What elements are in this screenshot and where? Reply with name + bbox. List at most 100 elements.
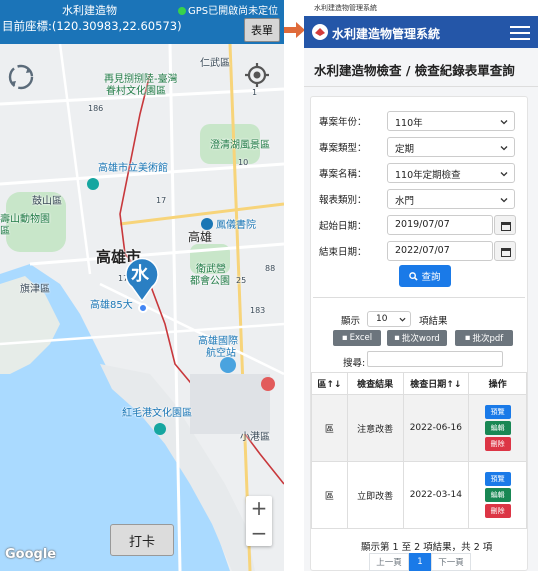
cell-area: 區 <box>311 461 348 529</box>
cell-result: 立即改善 <box>346 461 404 529</box>
chevron-down-icon <box>500 172 508 177</box>
table-row: 區 立即改善 2022-03-14 預覽 編輯 刪除 <box>311 461 527 529</box>
cell-date: 2022-06-16 <box>402 394 470 462</box>
cell-date: 2022-03-14 <box>402 461 470 529</box>
punch-in-button[interactable]: 打卡 <box>110 524 174 556</box>
year-row: 專案年份： 110年 <box>319 111 517 131</box>
report-row: 報表類別： 水門 <box>319 189 517 209</box>
pagination-info: 顯示第 1 至 2 項結果，共 2 項 <box>361 542 493 553</box>
delete-button[interactable]: 刪除 <box>484 504 511 518</box>
zoom-controls: + − <box>246 496 272 546</box>
end-date-input[interactable]: 2022/07/07 <box>387 241 493 261</box>
search-button-label: 查詢 <box>421 272 441 283</box>
query-screen: 水利建造物管理系統 水利建造物管理系統 水利建造物檢查 / 檢查紀錄表單查詢 專… <box>304 0 538 571</box>
prev-page-button[interactable]: 上一頁 <box>369 553 409 571</box>
map-label-weiwu2: 都會公園 <box>190 276 230 287</box>
preview-button[interactable]: 預覽 <box>484 405 511 419</box>
start-date-row: 起始日期： 2019/07/07 <box>319 215 517 235</box>
end-date-label: 結束日期： <box>319 247 367 258</box>
col-date-header[interactable]: 檢查日期↑↓ <box>402 372 470 395</box>
start-date-calendar-button[interactable] <box>494 215 516 235</box>
table-search-input[interactable] <box>367 351 503 367</box>
export-word-button[interactable]: ▪ 批次word <box>387 330 447 346</box>
water-structure-marker[interactable]: 水 <box>124 257 160 303</box>
app-title: 水利建造物 <box>62 4 117 17</box>
map-label-art-museum: 高雄市立美術館 <box>98 163 168 174</box>
end-date-calendar-button[interactable] <box>494 241 516 261</box>
map-label-zaixian2: 眷村文化園區 <box>106 86 166 97</box>
export-excel-button[interactable]: ▪ Excel <box>333 330 381 346</box>
road-shield-186: 186 <box>88 104 104 113</box>
road-shield-10: 10 <box>238 158 249 167</box>
page-size-value: 10 <box>376 314 388 324</box>
hamburger-menu-icon[interactable] <box>510 26 530 40</box>
table-search-label: 搜尋: <box>343 358 366 369</box>
road-shield-17: 17 <box>156 196 167 205</box>
navbar: 水利建造物管理系統 <box>304 16 538 48</box>
map-label-chenqing: 澄清湖風景區 <box>210 140 270 151</box>
col-action-header: 操作 <box>468 372 527 395</box>
name-select[interactable]: 110年定期檢查 <box>387 163 515 183</box>
airport-area <box>190 374 270 434</box>
pagination: 上一頁 1 下一頁 <box>369 553 481 571</box>
name-label: 專案名稱： <box>319 169 367 180</box>
poi-honghao-marker <box>154 423 166 435</box>
cell-area: 區 <box>311 394 348 462</box>
file-icon: ▪ <box>341 333 348 343</box>
page-size-select[interactable]: 10 <box>367 311 411 327</box>
name-select-value: 110年定期檢查 <box>395 170 461 181</box>
search-button[interactable]: 查詢 <box>399 265 451 287</box>
form-button[interactable]: 表單 <box>244 18 280 42</box>
marker-label: 水 <box>131 264 149 285</box>
arrow-right-icon <box>284 22 305 38</box>
locate-me-icon[interactable] <box>244 62 270 88</box>
report-select[interactable]: 水門 <box>387 189 515 209</box>
map-app-header: 水利建造物 GPS已開啟尚未定位 目前座標:(120.30983,22.6057… <box>0 0 284 44</box>
poi-airport-marker <box>220 357 236 373</box>
gps-status: GPS已開啟尚未定位 <box>178 2 278 17</box>
col-result-header[interactable]: 檢查結果 <box>346 372 404 395</box>
map-label-kaohsiung: 高雄 <box>188 230 213 244</box>
calendar-icon <box>501 222 511 231</box>
calendar-icon <box>501 248 511 257</box>
export-word-label: 批次word <box>401 334 440 344</box>
zoom-out-button[interactable]: − <box>246 521 272 546</box>
file-icon: ▪ <box>464 333 471 343</box>
zoom-in-button[interactable]: + <box>246 496 272 521</box>
road-shield-1: 1 <box>252 88 258 97</box>
export-pdf-button[interactable]: ▪ 批次pdf <box>455 330 513 346</box>
year-select[interactable]: 110年 <box>387 111 515 131</box>
poi-hospital-marker <box>261 377 275 391</box>
map-label-renwu: 仁武區 <box>200 58 230 69</box>
map-label-cijin: 旗津區 <box>20 284 50 295</box>
name-row: 專案名稱： 110年定期檢查 <box>319 163 517 183</box>
start-date-input[interactable]: 2019/07/07 <box>387 215 493 235</box>
search-icon <box>409 271 419 281</box>
road-shield-25: 25 <box>236 276 247 285</box>
type-row: 專案類型： 定期 <box>319 137 517 157</box>
divider <box>304 86 538 87</box>
google-logo: Google <box>5 547 57 562</box>
edit-button[interactable]: 編輯 <box>484 488 511 502</box>
export-pdf-label: 批次pdf <box>472 334 504 344</box>
logo-icon <box>312 24 328 40</box>
preview-button[interactable]: 預覽 <box>484 472 511 486</box>
page-1-button[interactable]: 1 <box>409 553 431 571</box>
refresh-icon[interactable] <box>6 62 36 92</box>
road-shield-88: 88 <box>265 264 276 273</box>
map-label-gushan: 鼓山區 <box>32 196 62 207</box>
file-icon: ▪ <box>394 333 400 343</box>
table-row: 區 注意改善 2022-06-16 預覽 編輯 刪除 <box>311 394 527 462</box>
next-page-button[interactable]: 下一頁 <box>431 553 471 571</box>
delete-button[interactable]: 刪除 <box>484 437 511 451</box>
divider <box>313 297 525 298</box>
road-shield-183: 183 <box>250 306 266 315</box>
start-date-label: 起始日期： <box>319 221 367 232</box>
map-label-fengyi: 鳳儀書院 <box>216 220 256 231</box>
type-select[interactable]: 定期 <box>387 137 515 157</box>
map-label-honghao: 紅毛港文化園區 <box>122 408 192 419</box>
edit-button[interactable]: 編輯 <box>484 421 511 435</box>
col-area-header[interactable]: 區↑↓ <box>311 372 348 395</box>
current-location-dot <box>138 303 148 313</box>
map-label-zoo2: 區 <box>0 226 10 237</box>
